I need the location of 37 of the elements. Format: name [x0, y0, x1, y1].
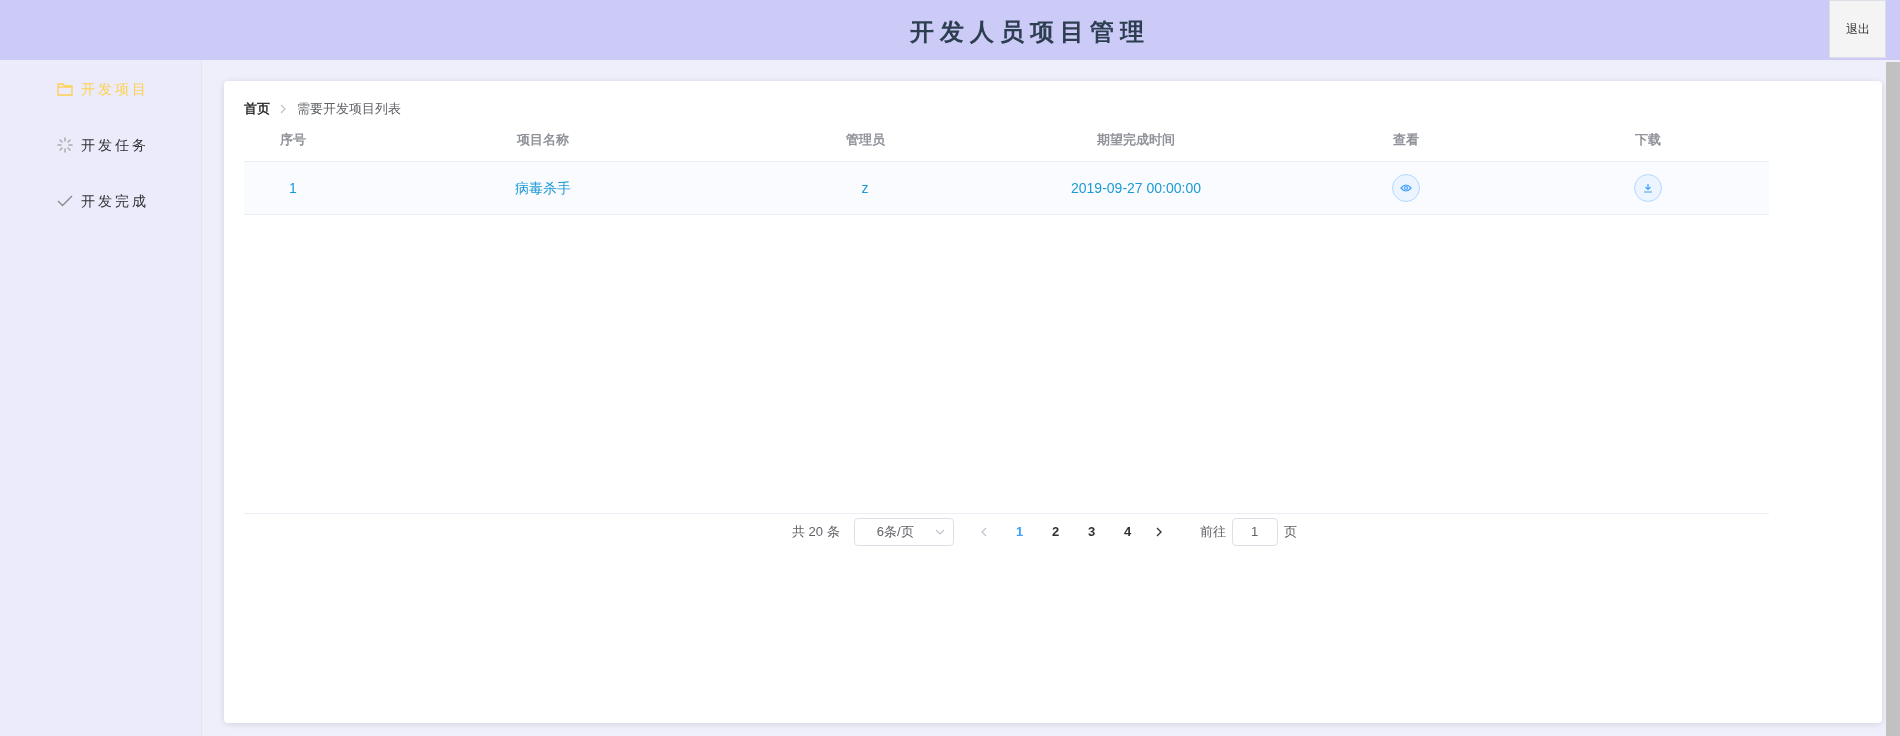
download-button[interactable]: [1633, 174, 1662, 202]
chevron-down-icon: [934, 528, 945, 535]
column-header: 序号: [280, 131, 306, 150]
chevron-right-icon: [280, 104, 287, 114]
eye-icon: [1400, 184, 1412, 192]
page-suffix: 页: [1283, 522, 1297, 541]
app-title: 开发人员项目管理: [910, 20, 1150, 44]
total-count: 共 20 条: [792, 522, 840, 541]
chevron-left-icon: [980, 526, 988, 537]
chevron-right-icon: [1156, 526, 1164, 537]
column-header: 下载: [1634, 131, 1661, 150]
table-cell-text: 2019-09-27 00:00:00: [1071, 178, 1201, 198]
loading-icon: [57, 137, 73, 153]
column-header: 管理员: [845, 131, 885, 150]
breadcrumb-item[interactable]: 需要开发项目列表: [297, 99, 401, 119]
logout-button[interactable]: 退出: [1829, 0, 1886, 58]
table-cell-text: 1: [289, 178, 297, 198]
column-header: 期望完成时间: [1097, 131, 1175, 150]
table-cell-text: 病毒杀手: [515, 178, 571, 198]
sidebar-item[interactable]: 开发任务: [0, 117, 201, 173]
view-button[interactable]: [1392, 174, 1420, 202]
goto-label: 前往: [1199, 522, 1226, 541]
page-size-select[interactable]: 6条/页: [853, 517, 954, 546]
page-number[interactable]: 2: [1037, 521, 1074, 542]
column-header: 项目名称: [517, 131, 569, 150]
table-cell-text: z: [861, 178, 869, 198]
column-header: 查看: [1393, 131, 1419, 150]
scrollbar[interactable]: [1886, 62, 1900, 736]
download-icon: [1642, 183, 1653, 193]
check-icon: [57, 194, 73, 208]
page-number[interactable]: 3: [1073, 521, 1110, 542]
goto-page-field[interactable]: 1: [1231, 517, 1278, 546]
page-number[interactable]: 4: [1109, 521, 1146, 542]
folder-icon: [57, 82, 73, 96]
sidebar-item[interactable]: 开发完成: [0, 173, 201, 229]
page-size-value: 6条/页: [876, 522, 914, 541]
breadcrumb-item[interactable]: 首页: [244, 99, 270, 119]
